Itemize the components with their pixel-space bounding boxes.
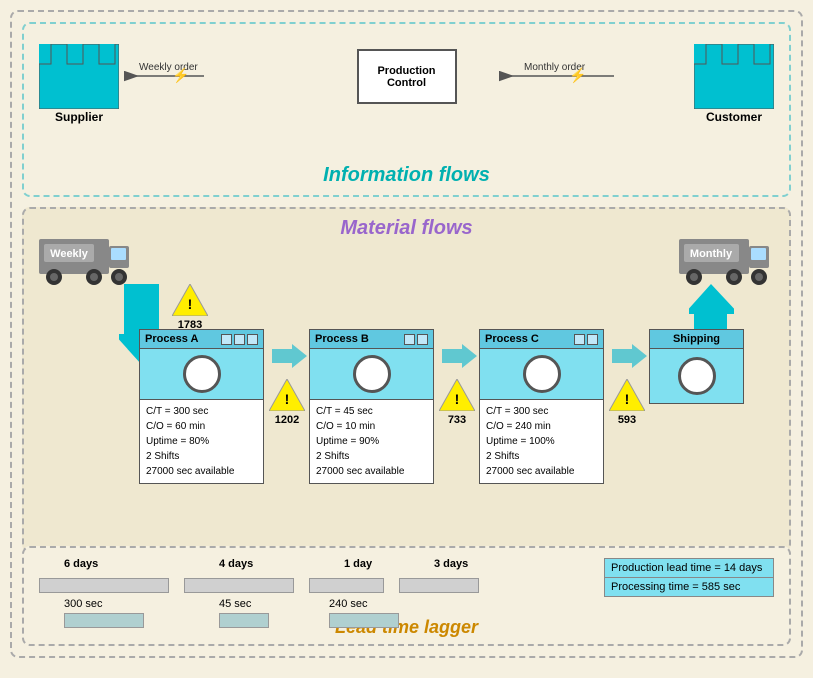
process-a-available: 27000 sec available xyxy=(146,464,257,479)
timeline-sec-bar-3 xyxy=(329,613,399,628)
main-container: Information flows Supplier Customer Prod… xyxy=(10,10,803,658)
process-c-label: Process C xyxy=(485,333,539,345)
process-a-box: Process A C/T = 300 sec C/O = 60 min Upt… xyxy=(139,329,264,484)
arrow-b-to-c xyxy=(442,344,477,372)
process-a-ct: C/T = 300 sec xyxy=(146,404,257,419)
arrow-c-to-shipping xyxy=(612,344,647,372)
svg-text:⚡: ⚡ xyxy=(172,67,189,84)
days-3: 1 day xyxy=(344,558,372,570)
summary-box: Production lead time = 14 days Processin… xyxy=(604,558,774,597)
process-a-co: C/O = 60 min xyxy=(146,419,257,434)
info-flows-area: Information flows Supplier Customer Prod… xyxy=(22,22,791,197)
shipping-label: Shipping xyxy=(673,333,720,345)
timeline-bar-2 xyxy=(184,578,294,593)
material-flows-label: Material flows xyxy=(340,217,472,240)
timeline-bar-3 xyxy=(309,578,384,593)
warning-1783: ! 1783 xyxy=(172,284,208,331)
process-c-co: C/O = 240 min xyxy=(486,419,597,434)
process-b-co: C/O = 10 min xyxy=(316,419,427,434)
lead-time-area: Lead time lagger 6 days 300 sec 4 days 4… xyxy=(22,546,791,646)
process-c-ct: C/T = 300 sec xyxy=(486,404,597,419)
shipping-box: Shipping xyxy=(649,329,744,404)
svg-text:⚡: ⚡ xyxy=(569,67,586,84)
warning-593: ! 593 xyxy=(609,379,645,426)
timeline-bar-1 xyxy=(39,578,169,593)
timeline-sec-bar-1 xyxy=(64,613,144,628)
warning-733: ! 733 xyxy=(439,379,475,426)
warning-1202: ! 1202 xyxy=(269,379,305,426)
days-4: 3 days xyxy=(434,558,468,570)
process-a-uptime: Uptime = 80% xyxy=(146,434,257,449)
days-2: 4 days xyxy=(219,558,253,570)
material-flows-area: Material flows Weekly xyxy=(22,207,791,552)
process-a-shifts: 2 Shifts xyxy=(146,449,257,464)
timeline-sec-bar-2 xyxy=(219,613,269,628)
arrow-a-to-b xyxy=(272,344,307,372)
svg-text:!: ! xyxy=(455,391,460,407)
sec-2: 45 sec xyxy=(219,598,251,610)
lead-time-summary: Production lead time = 14 days xyxy=(605,559,773,578)
process-b-box: Process B C/T = 45 sec C/O = 10 min Upti… xyxy=(309,329,434,484)
warning-1202-label: 1202 xyxy=(269,414,305,426)
timeline-bar-4 xyxy=(399,578,479,593)
svg-text:!: ! xyxy=(285,391,290,407)
warning-593-label: 593 xyxy=(609,414,645,426)
svg-text:Weekly: Weekly xyxy=(50,248,89,260)
process-c-box: Process C C/T = 300 sec C/O = 240 min Up… xyxy=(479,329,604,484)
info-flow-arrows: Weekly order ⚡ Monthly order ⚡ xyxy=(24,24,789,195)
sec-1: 300 sec xyxy=(64,598,103,610)
days-1: 6 days xyxy=(64,558,98,570)
sec-3: 240 sec xyxy=(329,598,368,610)
warning-733-label: 733 xyxy=(439,414,475,426)
svg-text:Weekly order: Weekly order xyxy=(139,62,198,73)
process-b-ct: C/T = 45 sec xyxy=(316,404,427,419)
process-b-uptime: Uptime = 90% xyxy=(316,434,427,449)
process-c-shifts: 2 Shifts xyxy=(486,449,597,464)
process-b-label: Process B xyxy=(315,333,369,345)
svg-text:!: ! xyxy=(625,391,630,407)
processing-time-summary: Processing time = 585 sec xyxy=(605,578,773,596)
svg-text:Monthly: Monthly xyxy=(690,248,733,260)
process-b-shifts: 2 Shifts xyxy=(316,449,427,464)
process-c-available: 27000 sec available xyxy=(486,464,597,479)
process-a-label: Process A xyxy=(145,333,198,345)
process-b-available: 27000 sec available xyxy=(316,464,427,479)
svg-text:!: ! xyxy=(188,296,193,312)
process-c-uptime: Uptime = 100% xyxy=(486,434,597,449)
